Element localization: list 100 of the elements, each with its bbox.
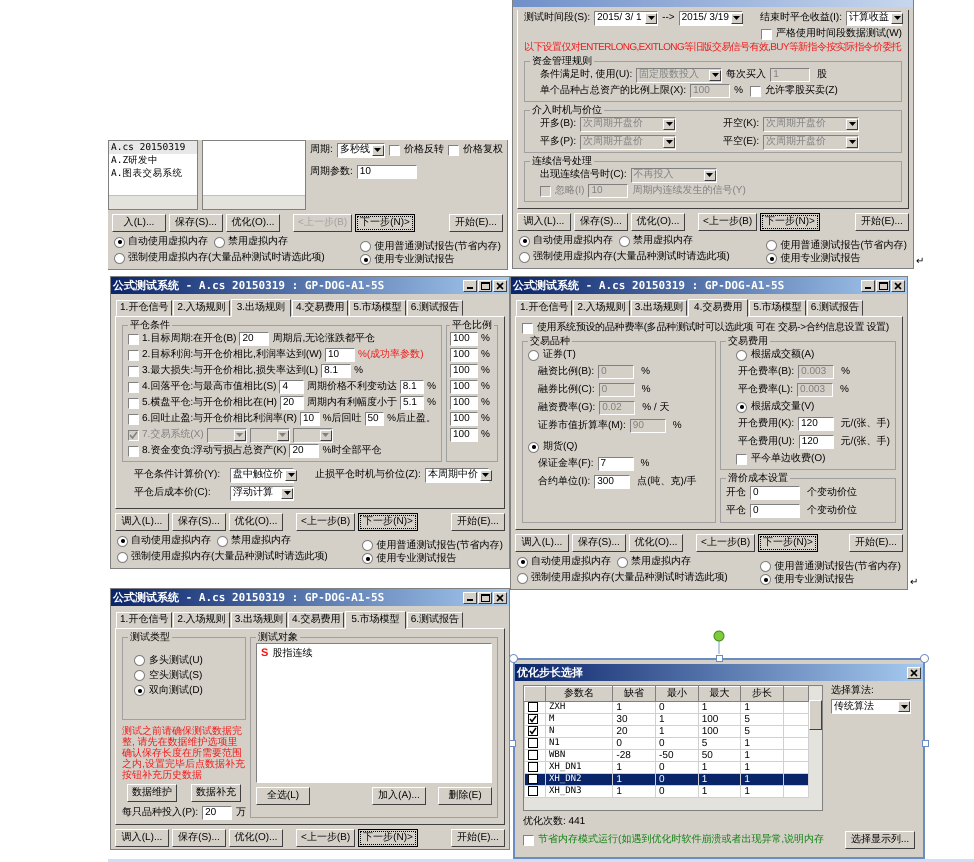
list-box[interactable] (202, 140, 306, 210)
table-row[interactable]: WBN -28 -50 50 1 (524, 750, 808, 762)
checkbox[interactable] (528, 738, 538, 748)
radio-button[interactable] (360, 241, 372, 252)
table-row[interactable]: N 20 1 100 5 (524, 726, 808, 738)
input-field[interactable]: 50 (364, 412, 384, 426)
dialog-button[interactable]: 开始(E)... (451, 513, 505, 531)
table-row[interactable]: M 30 1 100 5 (524, 714, 808, 726)
input-field[interactable]: 10 (356, 165, 417, 179)
input-field[interactable]: 100 (450, 412, 478, 426)
tab[interactable]: 6.测试报告 (406, 612, 464, 628)
tab[interactable]: 2.入场规则 (573, 300, 630, 316)
input-field[interactable]: 100 (450, 428, 478, 442)
tab[interactable]: 1.开仓信号 (116, 612, 172, 628)
dropdown[interactable] (292, 428, 333, 442)
dropdown[interactable]: 浮动计算 (230, 486, 294, 500)
tab[interactable]: 3.出场规则 (230, 299, 292, 317)
dialog-button[interactable]: <上一步(B) (296, 513, 356, 531)
radio-button[interactable] (134, 670, 145, 681)
tab[interactable]: 5.市场模型 (345, 611, 406, 629)
dialog-button[interactable]: <上一步(B) (296, 829, 356, 847)
tab[interactable]: 4.交易费用 (292, 300, 348, 316)
dialog-button[interactable]: 保存(S)... (172, 513, 226, 531)
input-field[interactable]: 8.1 (400, 380, 424, 394)
maximize-button[interactable] (478, 280, 492, 292)
checkbox[interactable] (528, 714, 538, 724)
dropdown[interactable]: 计算收益 (846, 10, 902, 26)
table-row[interactable]: ZXH 1 0 1 1 (524, 702, 808, 714)
radio-button[interactable] (519, 252, 530, 262)
input-field[interactable]: 100 (450, 348, 478, 362)
dialog-button[interactable]: 全选(L) (256, 787, 310, 805)
radio-button[interactable] (617, 556, 628, 568)
checkbox[interactable] (528, 762, 538, 772)
radio-button[interactable] (517, 572, 528, 584)
radio-button[interactable] (217, 536, 228, 546)
tab[interactable]: 2.入场规则 (173, 612, 230, 628)
radio-button[interactable] (766, 253, 778, 264)
dialog-button[interactable]: 开始(E)... (449, 214, 503, 232)
dialog-button[interactable]: 保存(S)... (572, 534, 626, 552)
date-picker[interactable]: 2015/ 3/19 (678, 10, 743, 26)
column-header[interactable]: 步长 (740, 686, 784, 702)
minimize-button[interactable] (463, 280, 477, 292)
tab[interactable]: 5.市场模型 (749, 300, 806, 316)
input-field[interactable]: 10 (325, 348, 355, 362)
selection-handle[interactable] (716, 655, 723, 662)
dialog-button[interactable]: 数据维护 (127, 784, 177, 802)
close-button[interactable] (907, 666, 921, 678)
scrollbar[interactable] (524, 798, 822, 810)
input-field[interactable]: 7 (598, 457, 634, 471)
close-button[interactable] (493, 280, 507, 292)
radio-button[interactable] (362, 553, 374, 564)
checkbox[interactable] (736, 454, 747, 464)
dropdown[interactable] (206, 428, 247, 442)
tab[interactable]: 2.入场规则 (173, 300, 230, 316)
dialog-button[interactable]: 下一步(N)> (758, 534, 818, 552)
table-row[interactable]: N1 0 0 5 1 (524, 738, 808, 750)
input-field[interactable]: 300 (594, 475, 630, 489)
radio-button[interactable] (736, 402, 747, 412)
scrollbar[interactable] (203, 195, 305, 209)
input-field[interactable]: 0 (750, 504, 800, 518)
input-field[interactable]: 100 (450, 396, 478, 410)
radio-button[interactable] (528, 442, 539, 452)
input-field[interactable]: 20 (280, 396, 304, 410)
dialog-button[interactable]: <上一步(B) (696, 534, 756, 552)
radio-button[interactable] (766, 240, 778, 251)
selection-handle[interactable] (920, 654, 929, 663)
list-item[interactable]: 股指连续 (272, 648, 312, 660)
checkbox[interactable] (128, 350, 139, 360)
dialog-button[interactable]: 开始(E)... (855, 213, 909, 231)
dialog-button[interactable]: 开始(E)... (849, 534, 903, 552)
checkbox[interactable] (128, 382, 139, 392)
tab[interactable]: 4.交易费用 (688, 299, 748, 317)
dialog-button[interactable]: 调入(L)... (115, 829, 169, 847)
dialog-button[interactable]: 优化(O)... (226, 214, 280, 232)
close-button[interactable] (891, 280, 905, 292)
selection-handle[interactable] (509, 740, 516, 747)
tab[interactable]: 6.测试报告 (806, 300, 864, 316)
radio-button[interactable] (528, 350, 539, 360)
checkbox[interactable] (528, 750, 538, 760)
radio-button[interactable] (736, 350, 747, 360)
tab[interactable]: 1.开仓信号 (116, 300, 172, 316)
dialog-button[interactable]: 下一步(N)> (358, 513, 418, 531)
dialog-button[interactable]: 保存(S)... (574, 213, 628, 231)
checkbox[interactable] (760, 28, 772, 40)
radio-button[interactable] (519, 236, 530, 246)
dialog-button[interactable]: 调入(L)... (517, 213, 571, 231)
dialog-button[interactable]: 调入(L)... (515, 534, 569, 552)
rotate-handle[interactable] (713, 630, 725, 654)
radio-button[interactable] (134, 685, 145, 696)
input-field[interactable]: 100 (450, 380, 478, 394)
list-item[interactable]: A.图表交易系统 (109, 167, 197, 180)
table-row[interactable]: XH_DN2 1 0 1 1 (524, 774, 808, 786)
dropdown[interactable]: 本周期中价 (424, 468, 489, 482)
dropdown[interactable] (250, 428, 290, 442)
radio-button[interactable] (517, 556, 528, 568)
column-header[interactable]: 缺省 (612, 686, 656, 702)
minimize-button[interactable] (861, 280, 875, 292)
checkbox[interactable] (523, 834, 534, 846)
dialog-button[interactable]: 保存(S)... (169, 214, 223, 232)
scrollbar[interactable] (809, 686, 822, 798)
